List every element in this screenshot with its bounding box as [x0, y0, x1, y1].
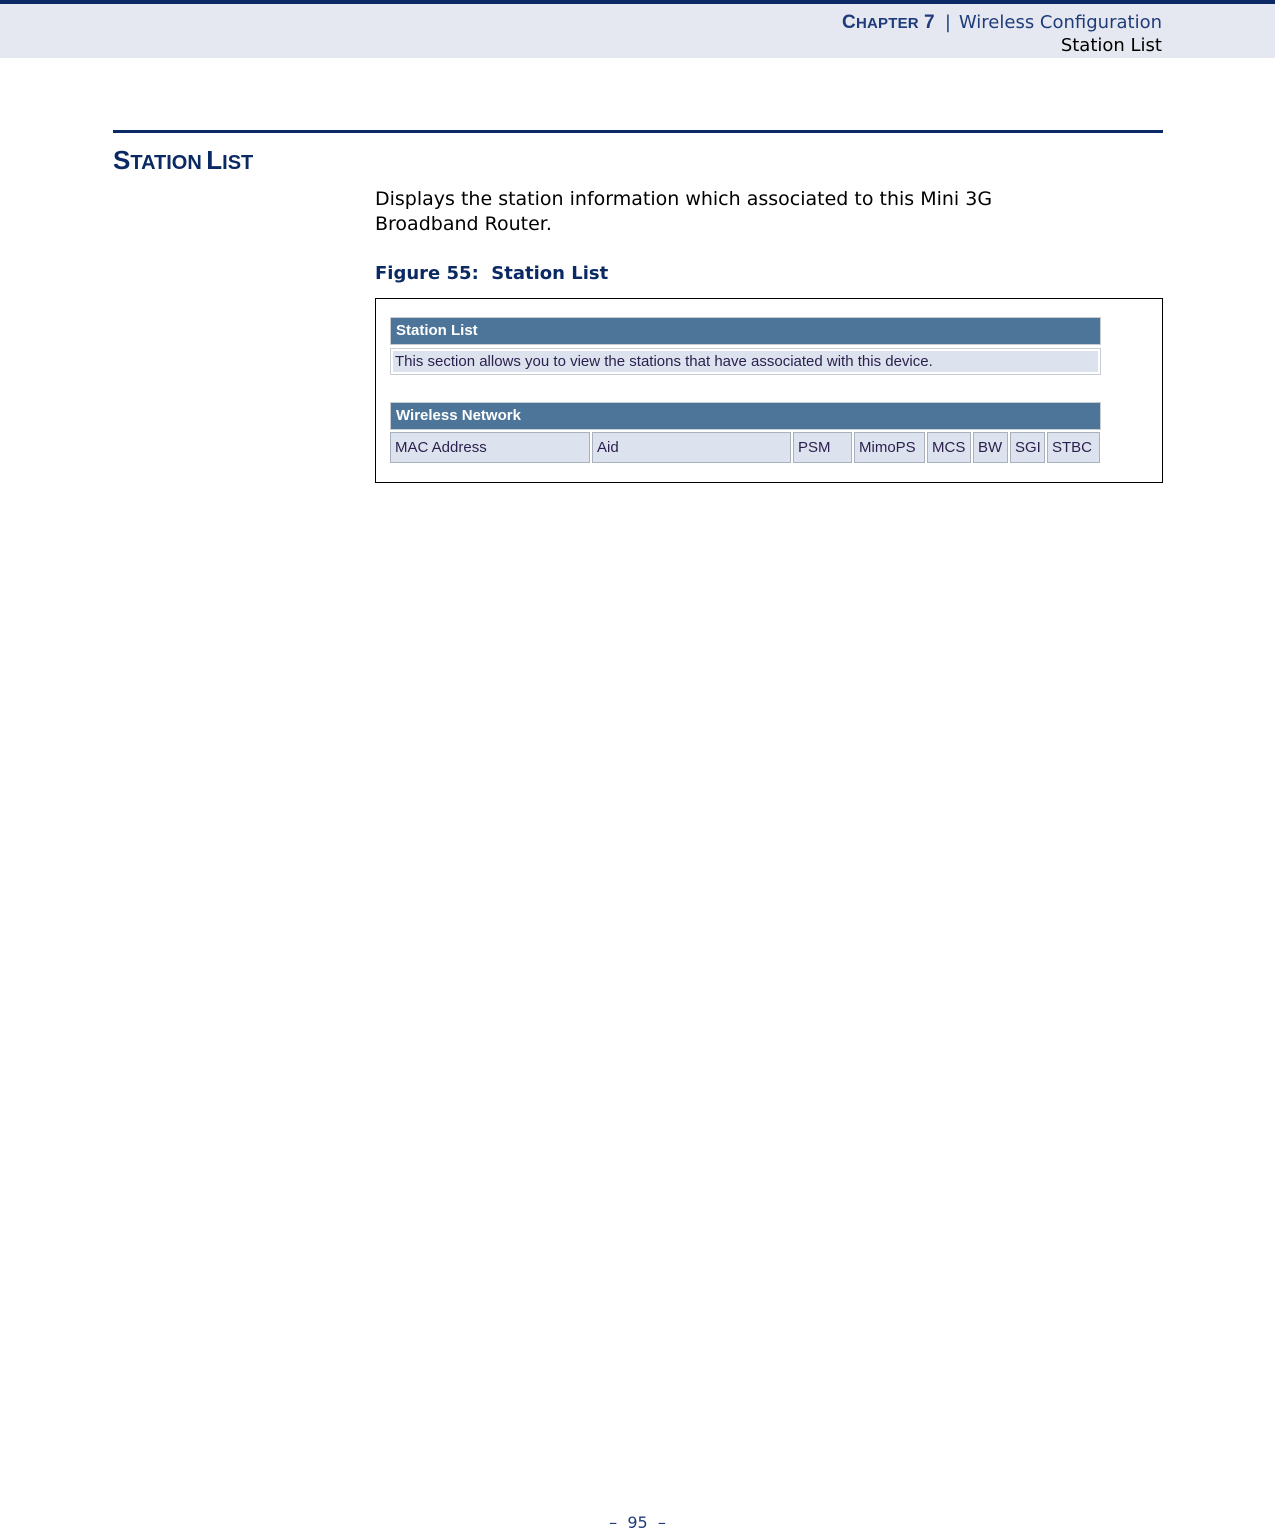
- figure-caption: Figure 55: Station List: [375, 263, 609, 284]
- header-section-name: Station List: [1060, 35, 1162, 56]
- column-header-stbc: STBC: [1047, 432, 1100, 463]
- section-divider: [113, 130, 1163, 133]
- column-header-mcs: MCS: [927, 432, 971, 463]
- chapter-title: Wireless Configuration: [958, 12, 1162, 33]
- chapter-heading: CHAPTER 7 | Wireless Configuration: [842, 12, 1162, 34]
- running-header: CHAPTER 7 | Wireless Configuration Station…: [0, 0, 1275, 58]
- station-list-title: Station List: [390, 317, 1101, 345]
- station-list-description-box: This section allows you to view the stat…: [390, 348, 1101, 375]
- section-title: STATION LIST: [113, 145, 253, 176]
- column-header-aid: Aid: [592, 432, 791, 463]
- column-header-sgi: SGI: [1010, 432, 1045, 463]
- chapter-label: CHAPTER 7: [842, 12, 935, 33]
- column-header-mac-address: MAC Address: [390, 432, 590, 463]
- figure-screenshot: Station List This section allows you to …: [375, 298, 1163, 483]
- section-title-initial-1: S: [113, 145, 131, 175]
- column-header-bw: BW: [973, 432, 1008, 463]
- page-number: – 95 –: [609, 1513, 666, 1532]
- header-separator: |: [944, 12, 951, 33]
- section-title-rest-1: TATION: [130, 152, 202, 174]
- wireless-network-header-row: MAC Address Aid PSM MimoPS MCS BW SGI ST…: [390, 432, 1100, 464]
- section-title-initial-2: L: [206, 145, 223, 175]
- section-title-rest-2: IST: [222, 152, 254, 174]
- section-description: Displays the station information which a…: [375, 188, 993, 235]
- chapter-number: 7: [924, 12, 935, 33]
- chapter-label-initial: C: [842, 12, 856, 33]
- chapter-label-rest: HAPTER: [855, 15, 919, 32]
- column-header-mimops: MimoPS: [854, 432, 925, 463]
- station-list-description: This section allows you to view the stat…: [393, 351, 1098, 372]
- wireless-network-title: Wireless Network: [390, 402, 1101, 430]
- column-header-psm: PSM: [793, 432, 852, 463]
